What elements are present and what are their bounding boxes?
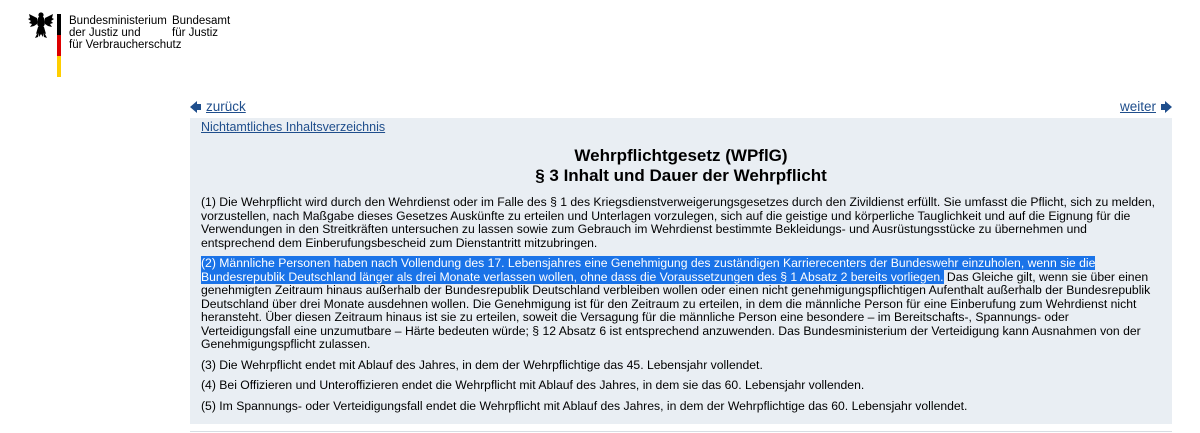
ministry-line: Bundesministerium (69, 15, 167, 27)
ministry-line: der Justiz und (69, 27, 141, 39)
divider (190, 431, 1172, 432)
paragraph-2: (2) Männliche Personen haben nach Vollen… (201, 256, 1156, 352)
office-line: Bundesamt (172, 15, 231, 27)
federal-eagle-icon (28, 12, 54, 38)
law-title: Wehrpflichtgesetz (WPflG) (574, 146, 788, 165)
law-body: (1) Die Wehrpflicht wird durch den Wehrd… (201, 195, 1156, 420)
section-title: § 3 Inhalt und Dauer der Wehrpflicht (535, 166, 827, 185)
office-name: Bundesamt für Justiz (172, 15, 230, 39)
ministry-name: Bundesministerium der Justiz und für Ver… (69, 15, 182, 51)
paragraph-3: (3) Die Wehrpflicht endet mit Ablauf des… (201, 357, 763, 372)
paragraph-1: (1) Die Wehrpflicht wird durch den Wehrd… (201, 195, 1156, 250)
law-content-panel: Nichtamtliches Inhaltsverzeichnis Wehrpf… (190, 118, 1172, 424)
paragraph-4: (4) Bei Offizieren und Unteroffizieren e… (201, 378, 865, 392)
next-link[interactable]: weiter (1120, 99, 1156, 114)
back-nav[interactable]: zurück (190, 99, 246, 114)
site-header: Bundesministerium der Justiz und für Ver… (0, 0, 1200, 90)
back-link[interactable]: zurück (206, 99, 246, 114)
nav-row: zurück weiter (190, 99, 1172, 119)
office-line: für Justiz (172, 27, 219, 39)
flag-bar (57, 14, 61, 77)
paragraph-5: (5) Im Spannungs- oder Verteidigungsfall… (201, 398, 968, 413)
arrow-left-icon[interactable] (190, 100, 201, 114)
ministry-line: für Verbraucherschutz (69, 39, 182, 51)
arrow-right-icon[interactable] (1161, 100, 1172, 114)
toc-link[interactable]: Nichtamtliches Inhaltsverzeichnis (201, 120, 385, 134)
next-nav[interactable]: weiter (1120, 99, 1172, 114)
